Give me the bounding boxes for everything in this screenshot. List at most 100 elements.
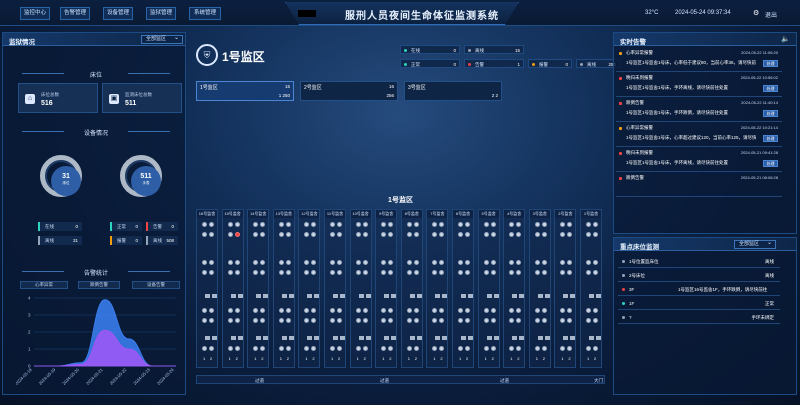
bed-dot[interactable] (567, 318, 573, 323)
bed-dot[interactable] (253, 308, 259, 313)
bed-dot[interactable] (432, 318, 438, 323)
bed-dot[interactable] (458, 270, 463, 275)
nav-monitor-center[interactable]: 监控中心 (20, 7, 50, 20)
bed-dot[interactable] (458, 308, 463, 313)
bed-dot[interactable] (260, 222, 266, 227)
bed-dot[interactable] (516, 260, 522, 265)
bed-dot[interactable] (278, 346, 284, 351)
handle-button[interactable]: 处理 (763, 110, 778, 117)
tab-heart-rate[interactable]: 心率异常 (20, 281, 68, 289)
bed-dot[interactable] (388, 260, 394, 265)
bed-dot[interactable] (362, 346, 368, 351)
bed-dot[interactable] (593, 308, 598, 313)
bed-dot[interactable] (362, 318, 368, 323)
bed-dot[interactable] (541, 260, 547, 265)
bed-dot[interactable] (593, 232, 598, 237)
bed-dot[interactable] (432, 260, 438, 265)
bed-dot[interactable] (388, 232, 394, 237)
bed-dot[interactable] (278, 318, 284, 323)
bed-dot[interactable] (593, 270, 598, 275)
bed-dot[interactable] (458, 260, 463, 265)
alarm-item[interactable]: 晚归未到报警 2024-05-21 09:41:28 1号监区1号监舍1号床，手环离… (616, 148, 782, 172)
bed-dot[interactable] (490, 318, 496, 323)
bed-dot[interactable] (304, 318, 310, 323)
bed-dot[interactable] (509, 222, 515, 227)
cell-column[interactable]: 5号监舍 1 2 (477, 209, 500, 368)
bed-dot[interactable] (355, 232, 361, 237)
bed-dot[interactable] (362, 270, 368, 275)
bed-dot[interactable] (465, 346, 470, 351)
key-bed-row[interactable]: ? 手环未绑定 (618, 312, 780, 324)
bed-dot[interactable] (406, 346, 412, 351)
bed-dot[interactable] (209, 318, 214, 323)
bed-dot[interactable] (567, 346, 573, 351)
bed-dot[interactable] (593, 260, 598, 265)
bed-dot[interactable] (381, 308, 387, 313)
bed-dot[interactable] (541, 232, 547, 237)
bed-dot[interactable] (458, 318, 463, 323)
bed-dot[interactable] (337, 270, 342, 275)
bed-dot[interactable] (490, 346, 496, 351)
bed-dot[interactable] (516, 270, 522, 275)
bed-dot[interactable] (388, 346, 394, 351)
bed-dot[interactable] (278, 260, 284, 265)
nav-device-manage[interactable]: 设备管理 (103, 7, 133, 20)
bed-dot[interactable] (432, 222, 438, 227)
bed-dot[interactable] (560, 232, 566, 237)
bed-dot[interactable] (432, 232, 438, 237)
bed-dot[interactable] (260, 308, 266, 313)
bed-dot[interactable] (355, 260, 361, 265)
bed-dot[interactable] (490, 222, 496, 227)
bed-dot[interactable] (337, 232, 342, 237)
cell-column[interactable]: 13号监舍 1 2 (272, 209, 295, 368)
bed-dot[interactable] (234, 260, 240, 265)
bed-dot[interactable] (509, 232, 515, 237)
bed-dot[interactable] (567, 222, 573, 227)
nav-alarm-manage[interactable]: 告警管理 (60, 7, 90, 20)
bed-dot[interactable] (465, 318, 470, 323)
alarm-item[interactable]: 跌倒告警 2024-05-21 08:08:28 (616, 173, 782, 197)
area-card-3[interactable]: 3号监区 2 2 (404, 81, 502, 101)
cell-column[interactable]: 12号监舍 1 2 (298, 209, 321, 368)
bed-dot[interactable] (439, 260, 445, 265)
bed-dot[interactable] (285, 270, 291, 275)
bed-dot[interactable] (260, 260, 266, 265)
bed-dot[interactable] (202, 270, 207, 275)
tab-device-alarm[interactable]: 设备告警 (132, 281, 180, 289)
bed-dot[interactable] (413, 222, 419, 227)
key-bed-row[interactable]: 3F 1号监区16号监舍1F，手环跌倒，请尽快前往 (618, 284, 780, 296)
handle-button[interactable]: 处理 (763, 85, 778, 92)
bed-dot[interactable] (253, 318, 259, 323)
bed-dot[interactable] (560, 222, 566, 227)
bed-dot[interactable] (381, 232, 387, 237)
bed-dot[interactable] (227, 318, 233, 323)
cell-column[interactable]: 2号监舍 1 2 (554, 209, 577, 368)
bed-dot[interactable] (483, 308, 489, 313)
bed-dot[interactable] (311, 232, 317, 237)
bed-dot[interactable] (413, 260, 419, 265)
bed-dot[interactable] (304, 222, 310, 227)
bed-dot[interactable] (388, 318, 394, 323)
cell-column[interactable]: 11号监舍 1 2 (324, 209, 346, 368)
bed-dot[interactable] (253, 260, 259, 265)
bed-dot[interactable] (234, 308, 240, 313)
bed-dot[interactable] (516, 232, 522, 237)
bed-dot[interactable] (209, 346, 214, 351)
bed-dot[interactable] (465, 270, 470, 275)
bed-dot[interactable] (509, 270, 515, 275)
bed-dot[interactable] (388, 308, 394, 313)
bed-dot[interactable] (304, 232, 310, 237)
bed-dot[interactable] (311, 308, 317, 313)
left-area-select[interactable]: 全部监区 (141, 35, 183, 44)
bed-dot[interactable] (439, 308, 445, 313)
cell-column[interactable]: 15号监舍 1 2 (221, 209, 244, 368)
bed-dot[interactable] (439, 270, 445, 275)
bed-dot[interactable] (541, 318, 547, 323)
alarm-item[interactable]: 晚归未到报警 2024-05-22 10:56:02 1号监区1号监舍1号床，手环离… (616, 73, 782, 97)
bed-dot[interactable] (355, 308, 361, 313)
bed-dot[interactable] (490, 232, 496, 237)
bed-dot[interactable] (509, 346, 515, 351)
bed-dot[interactable] (355, 318, 361, 323)
bed-dot[interactable] (330, 346, 335, 351)
cell-column[interactable]: 9号监舍 1 2 (375, 209, 398, 368)
